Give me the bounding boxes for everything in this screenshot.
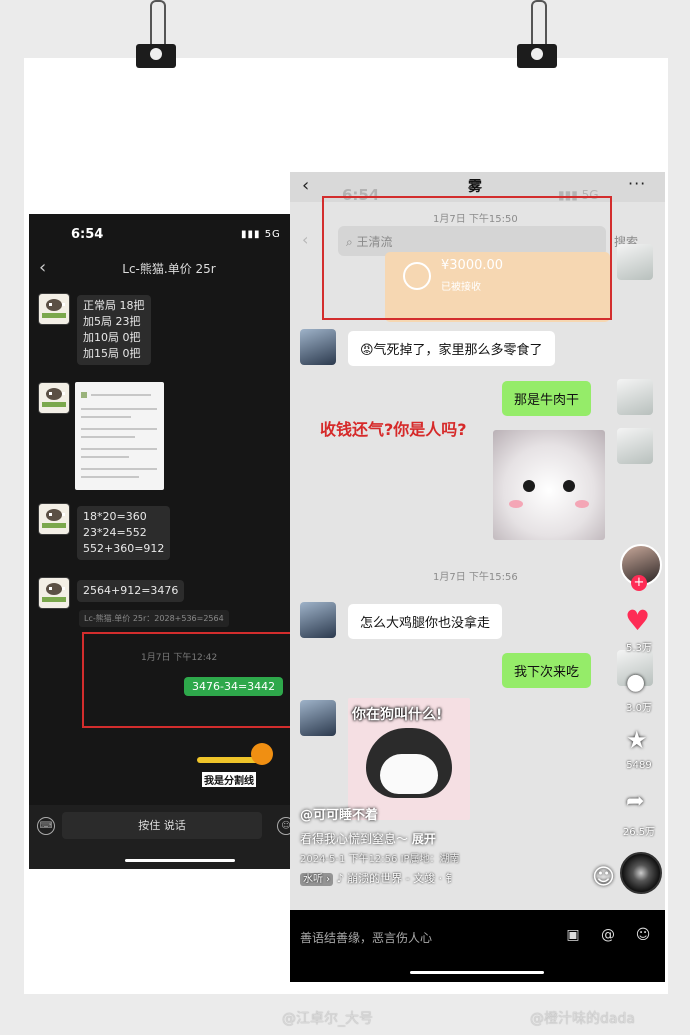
chat-title: Lc-熊猫.单价 25r (122, 262, 216, 276)
cat-blush (509, 500, 523, 508)
heart-icon[interactable]: ♥ (625, 604, 650, 637)
smile-icon[interactable]: ☺ (592, 865, 615, 890)
message-bubble: 怎么大鸡腿你也没拿走 (348, 604, 503, 639)
description-text: 看得我心慌到窒息～ (300, 832, 409, 846)
at-icon[interactable]: @ (599, 926, 617, 944)
comment-icon[interactable]: ● (626, 670, 645, 695)
expand-link[interactable]: 展开 (412, 832, 436, 846)
friend-avatar[interactable] (300, 602, 336, 638)
favorite-count: 5489 (626, 760, 652, 771)
cat-blush (575, 500, 589, 508)
image-message[interactable] (75, 382, 164, 490)
music-bar[interactable]: 水听 › ♪ 崩溃的世界 - 文竣 · 钅 (300, 870, 515, 888)
my-avatar[interactable] (617, 244, 653, 280)
avatar[interactable] (38, 382, 70, 414)
message-line: 加15局 0把 (83, 347, 141, 360)
back-icon[interactable]: ‹ (302, 175, 309, 196)
music-tag[interactable]: 水听 › (300, 873, 334, 886)
more-icon[interactable]: ··· (628, 174, 646, 193)
chat-title: 雾 (468, 179, 482, 195)
quoted-message[interactable]: Lc-熊猫.单价 25r：2028+536=2564 (79, 610, 229, 627)
comment-count: 3.0万 (626, 703, 652, 714)
avatar[interactable] (38, 503, 70, 535)
status-signal: ▮▮▮ 5G (241, 229, 281, 240)
home-indicator (410, 971, 544, 974)
message-bubble: 😡气死掉了，家里那么多零食了 (348, 331, 555, 366)
sticker-face (380, 754, 438, 794)
video-author[interactable]: @可可睡不着 (300, 804, 378, 823)
home-indicator (125, 859, 235, 862)
comment-input[interactable]: 善语结善缘，恶言伤人心 (300, 929, 432, 946)
sent-message-bubble: 那是牛肉干 (502, 381, 592, 416)
emoji-icon[interactable]: ☺ (634, 926, 652, 944)
keyboard-icon[interactable]: ⌨ (37, 817, 55, 835)
star-icon[interactable]: ★ (626, 726, 648, 754)
image-icon[interactable]: ▣ (564, 926, 582, 944)
video-description: 看得我心慌到窒息～ 展开 (300, 830, 436, 847)
share-count: 26.5万 (622, 827, 656, 838)
video-meta: 2024-5-1 下午12:56 IP属地：湖南 (300, 854, 460, 865)
message-line: 23*24=552 (83, 526, 147, 539)
cat-eye (523, 480, 535, 492)
binder-clip-left (136, 0, 176, 68)
watermark: @橙汁味的dada (530, 1011, 635, 1027)
message-line: 加5局 23把 (83, 315, 141, 328)
cat-eye (563, 480, 575, 492)
sticker-caption: 你在狗叫什么! (352, 707, 443, 723)
left-phone-screenshot: 6:54 ▮▮▮ 5G ‹ Lc-熊猫.单价 25r 正常局 18把 加5局 2… (29, 214, 295, 869)
binder-clip-right (517, 0, 557, 68)
highlight-box (322, 196, 612, 320)
message-bubble: 2564+912=3476 (77, 580, 185, 602)
music-disc-icon[interactable] (620, 852, 662, 894)
share-icon[interactable]: ➦ (626, 789, 644, 814)
like-count: 5.3万 (626, 643, 652, 654)
my-avatar[interactable] (617, 428, 653, 464)
message-line: 加10局 0把 (83, 331, 141, 344)
hold-to-talk-button[interactable]: 按住 说话 (62, 812, 262, 839)
message-line: 552+360=912 (83, 542, 165, 555)
kuromi-sticker[interactable]: 你在狗叫什么! (348, 698, 470, 820)
music-title: ♪ 崩溃的世界 - 文竣 · 钅 (336, 872, 457, 885)
timestamp: 1月7日 下午15:56 (433, 572, 518, 583)
sent-message-bubble: 我下次来吃 (502, 653, 592, 688)
timestamp: 1月7日 下午12:42 (141, 653, 218, 663)
sticker-caption: 我是分割线 (202, 772, 256, 787)
orange-sticker-icon (251, 743, 273, 765)
back-icon[interactable]: ‹ (39, 257, 46, 278)
friend-avatar[interactable] (300, 700, 336, 736)
red-annotation: 收钱还气?你是人吗? (320, 420, 467, 439)
embedded-back-icon: ‹ (302, 230, 309, 249)
message-line: 18*20=360 (83, 510, 147, 523)
follow-plus-icon[interactable]: + (631, 575, 647, 591)
message-bubble: 正常局 18把 加5局 23把 加10局 0把 加15局 0把 (77, 295, 151, 365)
right-phone-screenshot: ‹ 雾 ··· 6:54 ▮▮▮ 5G ‹ ⌕ 王清流 搜索 1月7日 下午15… (290, 172, 665, 982)
watermark: @江卓尔_大号 (282, 1011, 373, 1027)
cat-sticker[interactable] (493, 430, 605, 540)
message-line: 正常局 18把 (83, 299, 145, 312)
network-label: 5G (264, 229, 281, 240)
avatar[interactable] (38, 577, 70, 609)
status-time: 6:54 (71, 227, 104, 242)
friend-avatar[interactable] (300, 329, 336, 365)
my-avatar[interactable] (617, 379, 653, 415)
message-bubble: 18*20=360 23*24=552 552+360=912 (77, 506, 171, 560)
sent-message-bubble: 3476-34=3442 (184, 677, 284, 696)
avatar[interactable] (38, 293, 70, 325)
